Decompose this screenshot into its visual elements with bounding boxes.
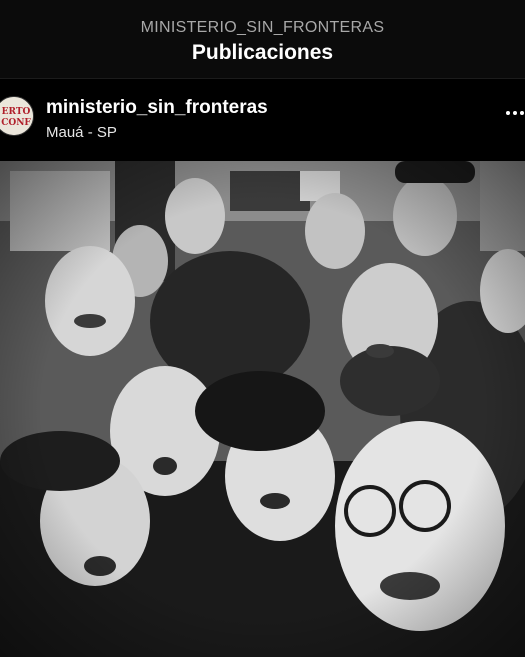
post-username[interactable]: ministerio_sin_fronteras <box>46 97 268 119</box>
post-header: ERTO CONF ministerio_sin_fronteras Mauá … <box>0 79 525 161</box>
profile-avatar[interactable]: ERTO CONF <box>0 96 34 136</box>
more-options-icon[interactable] <box>506 106 525 120</box>
top-header: MINISTERIO_SIN_FRONTERAS Publicaciones <box>0 0 525 78</box>
avatar-logo-top: ERTO <box>2 107 31 117</box>
account-name-label[interactable]: MINISTERIO_SIN_FRONTERAS <box>0 19 525 37</box>
post-photo[interactable] <box>0 161 525 657</box>
post-location[interactable]: Mauá - SP <box>46 124 117 141</box>
group-selfie-photo <box>0 161 525 657</box>
avatar-logo-bottom: CONF <box>1 118 31 128</box>
page-title: Publicaciones <box>191 41 334 64</box>
profile-logo-icon: ERTO CONF <box>0 97 33 135</box>
